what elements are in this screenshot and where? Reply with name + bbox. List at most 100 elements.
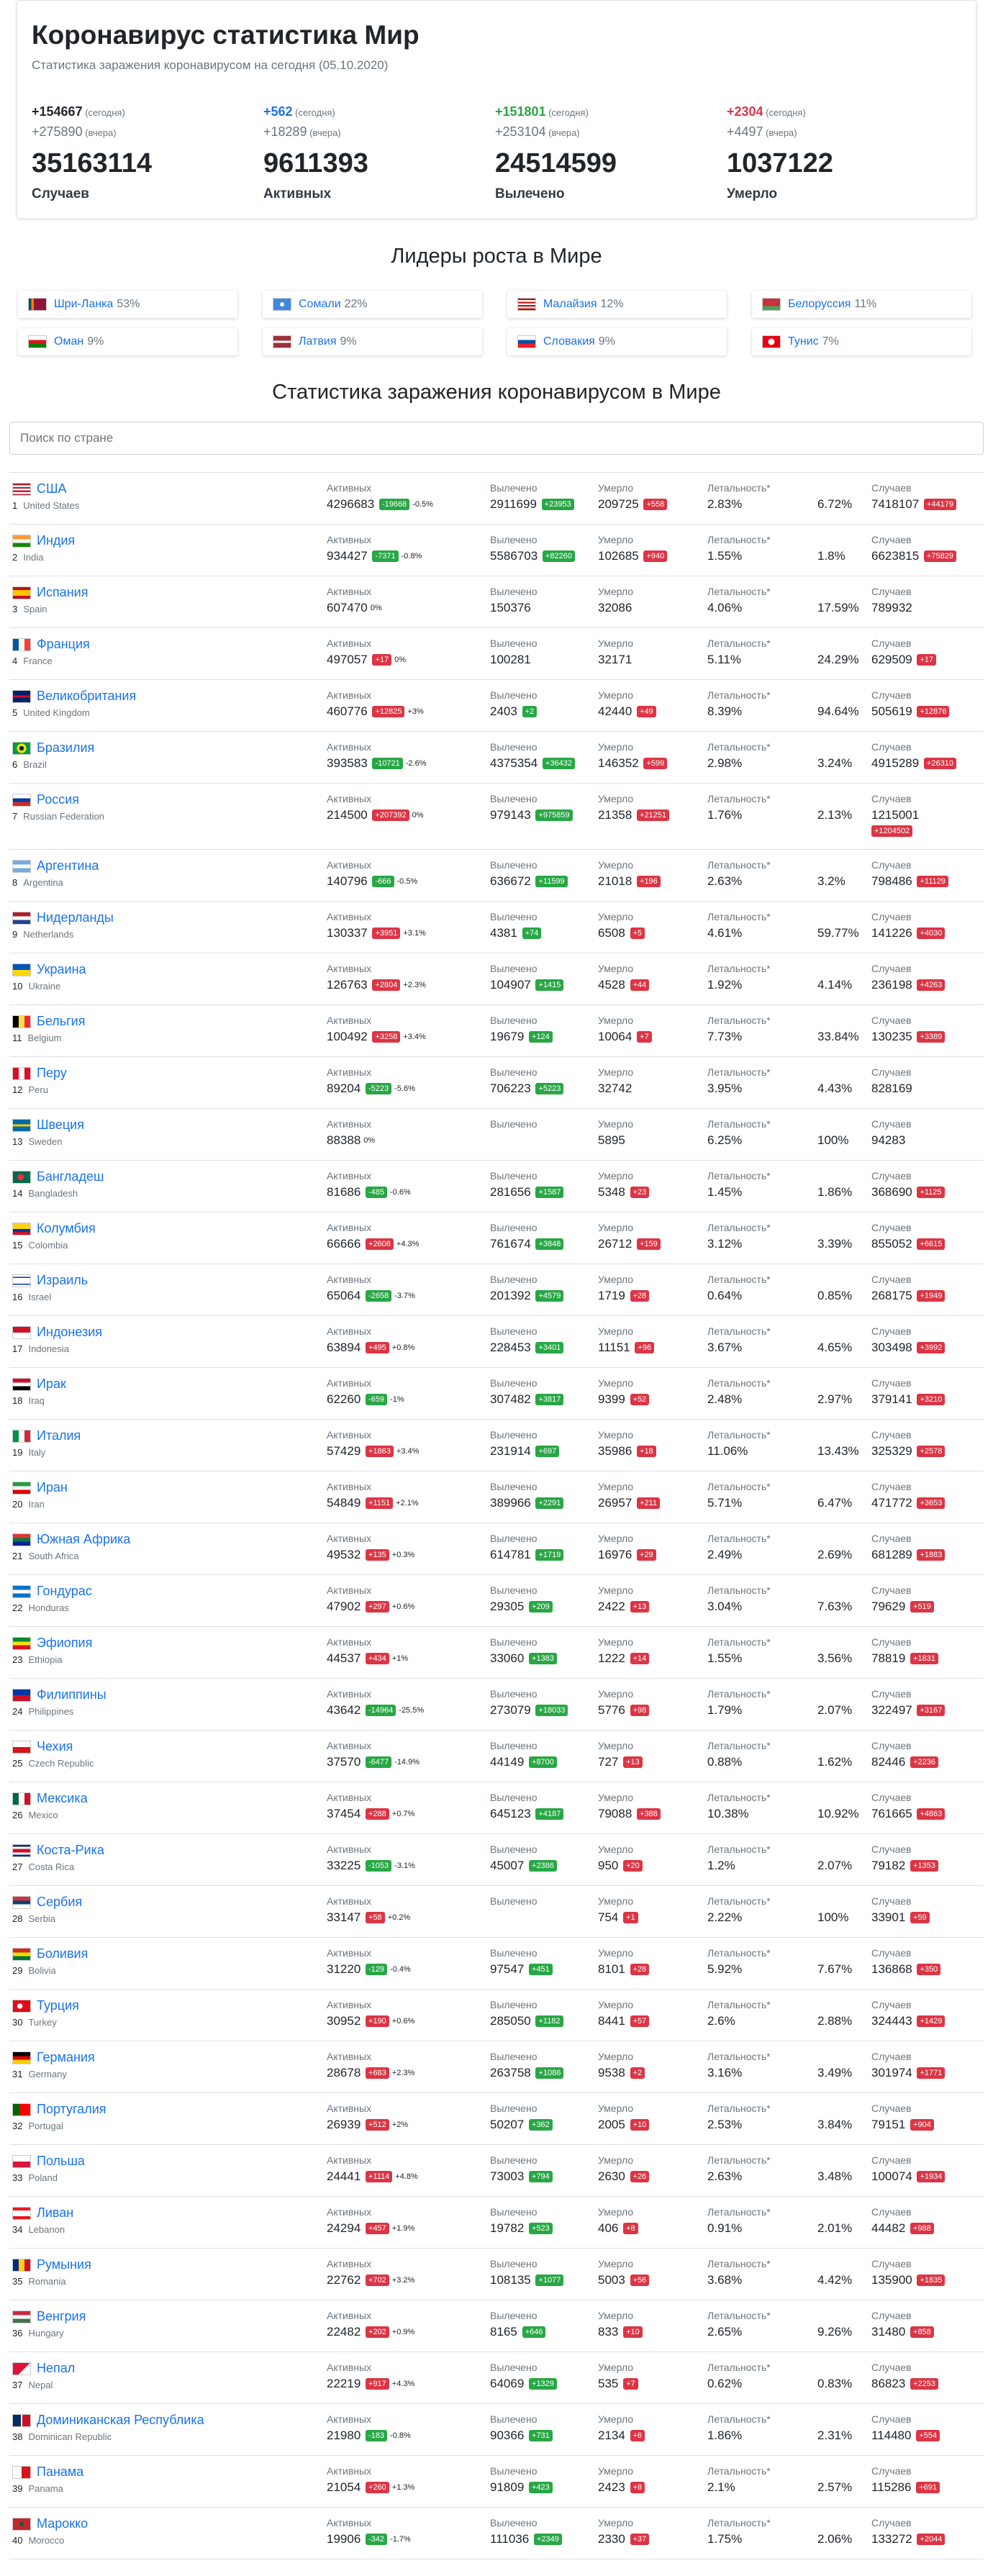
deaths-delta-badge: +196 xyxy=(637,876,661,887)
lethality-cell: Летальность* 1.75% 2.06% xyxy=(707,2516,852,2546)
country-link[interactable]: Иран xyxy=(37,1480,68,1495)
country-link[interactable]: Чехия xyxy=(37,1739,73,1754)
country-link[interactable]: Польша xyxy=(37,2154,85,2168)
leader-country-link[interactable]: Латвия xyxy=(299,335,336,348)
active-cell: Активных 33147 +58 +0.2% xyxy=(327,1895,410,1925)
country-link[interactable]: Бельгия xyxy=(37,1014,85,1028)
leader-country-link[interactable]: Словакия xyxy=(543,335,595,348)
country-link[interactable]: Индонезия xyxy=(37,1325,102,1339)
active-delta-badge: +434 xyxy=(366,1653,389,1664)
country-link[interactable]: Великобритания xyxy=(37,689,136,703)
country-cell: Германия 31 Germany xyxy=(12,2050,95,2080)
active-value: 607470 xyxy=(327,601,368,614)
leader-country-link[interactable]: Шри-Ланка xyxy=(54,298,113,311)
country-cell: Колумбия 15 Colombia xyxy=(12,1221,96,1251)
country-link[interactable]: Румыния xyxy=(37,2257,91,2272)
country-link[interactable]: Панама xyxy=(37,2464,83,2479)
leader-item[interactable]: Словакия 9% xyxy=(507,328,727,355)
cases-values: 79182 +1353 xyxy=(871,1859,938,1873)
country-link[interactable]: Португалия xyxy=(37,2102,106,2116)
country-link[interactable]: Германия xyxy=(37,2050,95,2064)
country-link[interactable]: США xyxy=(37,481,67,496)
country-rank: 17 xyxy=(12,1343,23,1354)
deaths-cell: Умерло 754 +1 xyxy=(598,1895,638,1925)
country-link[interactable]: Марокко xyxy=(37,2516,88,2531)
leader-item[interactable]: Малайзия 12% xyxy=(507,291,727,318)
country-title: Израиль xyxy=(12,1273,88,1288)
leader-country-link[interactable]: Тунис xyxy=(788,335,819,348)
cases-cell: Случаев 1215001 +1204502 xyxy=(871,792,919,837)
country-title: Мексика xyxy=(12,1791,88,1806)
lethality-value-1: 2.63% xyxy=(707,2169,743,2183)
recovered-label: Вылечено xyxy=(490,534,538,545)
country-cell: Непал 37 Nepal xyxy=(12,2361,75,2390)
country-link[interactable]: Колумбия xyxy=(37,1221,96,1235)
country-link[interactable]: Аргентина xyxy=(37,858,99,873)
country-link[interactable]: Гондурас xyxy=(37,1584,92,1598)
leader-item[interactable]: Тунис 7% xyxy=(752,328,971,355)
country-link[interactable]: Турция xyxy=(37,1998,79,2013)
ar-flag-icon xyxy=(12,859,31,873)
cases-cell: Случаев 303498 +3992 xyxy=(871,1325,946,1355)
leader-item[interactable]: Шри-Ланка 53% xyxy=(18,291,237,318)
deaths-label: Умерло xyxy=(598,793,634,804)
recovered-values: 50207 +362 xyxy=(490,2118,553,2132)
cases-value: 94283 xyxy=(871,1133,906,1147)
leader-country-link[interactable]: Сомали xyxy=(299,298,341,311)
deaths-value: 32742 xyxy=(598,1081,632,1095)
country-link[interactable]: Италия xyxy=(37,1428,81,1443)
country-link[interactable]: Ирак xyxy=(37,1377,66,1391)
lethality-value-2: 7.67% xyxy=(817,1962,853,1976)
country-link[interactable]: Израиль xyxy=(37,1273,88,1287)
country-subtitle: 29 Bolivia xyxy=(12,1965,88,1976)
country-link[interactable]: Мексика xyxy=(37,1791,88,1805)
country-link[interactable]: Венгрия xyxy=(37,2309,86,2323)
active-change-pct: +4.8% xyxy=(395,2172,418,2181)
country-search-input[interactable] xyxy=(9,422,984,455)
country-link[interactable]: Боливия xyxy=(37,1946,88,1961)
deaths-label: Умерло xyxy=(598,2310,634,2321)
country-link[interactable]: Украина xyxy=(37,962,86,976)
country-link[interactable]: Испания xyxy=(37,585,88,599)
country-link[interactable]: Южная Африка xyxy=(37,1532,130,1546)
deaths-value: 950 xyxy=(598,1859,619,1872)
country-subtitle: 34 Lebanon xyxy=(12,2224,73,2235)
country-link[interactable]: Бангладеш xyxy=(37,1169,104,1184)
country-link[interactable]: Индия xyxy=(37,533,75,548)
country-rank: 20 xyxy=(12,1499,23,1510)
country-link[interactable]: Нидерланды xyxy=(37,910,114,925)
country-link[interactable]: Филиппины xyxy=(37,1687,106,1702)
country-link[interactable]: Эфиопия xyxy=(37,1636,92,1650)
country-link[interactable]: Перу xyxy=(37,1066,67,1080)
deaths-label: Умерло xyxy=(598,2413,634,2425)
country-link[interactable]: Доминиканская Республика xyxy=(37,2413,204,2427)
recovered-delta-badge: +36432 xyxy=(542,758,575,769)
country-rank: 32 xyxy=(12,2121,23,2131)
leader-item[interactable]: Оман 9% xyxy=(18,328,237,355)
country-link[interactable]: Ливан xyxy=(37,2205,73,2220)
leader-item[interactable]: Латвия 9% xyxy=(263,328,482,355)
leader-item[interactable]: Белоруссия 11% xyxy=(752,291,971,318)
leader-item[interactable]: Сомали 22% xyxy=(263,291,482,318)
country-link[interactable]: Россия xyxy=(37,792,79,807)
country-title: Германия xyxy=(12,2050,95,2065)
country-subtitle: 40 Morocco xyxy=(12,2535,88,2546)
recovered-value: 104907 xyxy=(490,978,531,992)
active-value: 126763 xyxy=(327,978,368,992)
country-link[interactable]: Франция xyxy=(37,637,90,651)
pe-flag-icon xyxy=(12,1066,31,1080)
leader-country-link[interactable]: Белоруссия xyxy=(788,298,851,311)
country-link[interactable]: Коста-Рика xyxy=(37,1843,104,1857)
recovered-value: 4375354 xyxy=(490,756,538,770)
country-link[interactable]: Бразилия xyxy=(37,740,94,755)
leader-country-link[interactable]: Малайзия xyxy=(543,298,597,311)
deaths-label: Умерло xyxy=(598,1792,634,1803)
country-link[interactable]: Швеция xyxy=(37,1117,84,1132)
active-label: Активных xyxy=(327,1999,372,2010)
country-link[interactable]: Непал xyxy=(37,2361,75,2375)
country-link[interactable]: Сербия xyxy=(37,1895,82,1909)
deaths-value: 9538 xyxy=(598,2066,625,2080)
leader-country-link[interactable]: Оман xyxy=(54,335,83,348)
active-delta-badge: -129 xyxy=(366,1964,388,1975)
lethality-value-2: 0.85% xyxy=(817,1289,853,1302)
